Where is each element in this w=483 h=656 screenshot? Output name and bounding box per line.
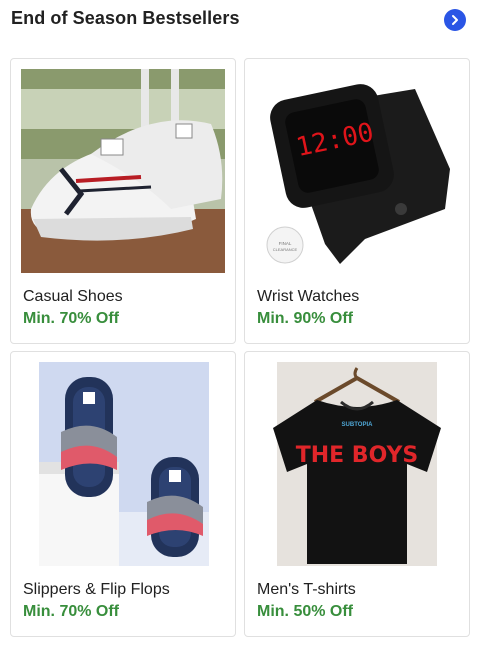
svg-text:SUBTOPIA: SUBTOPIA <box>342 422 374 428</box>
svg-text:CLEARANCE: CLEARANCE <box>273 247 298 252</box>
product-offer: Min. 70% Off <box>23 310 120 327</box>
tshirt-print-text: THE BOYS <box>296 443 419 468</box>
svg-text:FINAL: FINAL <box>279 241 292 246</box>
product-card-mens-tshirts[interactable]: SUBTOPIA THE BOYS Men's T-shirts Min. 50… <box>244 351 470 637</box>
product-image-shoes <box>21 69 225 273</box>
product-image-slippers <box>21 362 225 566</box>
product-offer: Min. 70% Off <box>23 603 120 620</box>
section-title: End of Season Bestsellers <box>11 8 240 28</box>
product-name: Men's T-shirts <box>257 581 356 598</box>
product-image-watch: 12:00 FINAL CLEARANCE <box>255 69 459 273</box>
product-offer: Min. 90% Off <box>257 310 354 327</box>
product-name: Wrist Watches <box>257 288 360 305</box>
product-card-casual-shoes[interactable]: Casual Shoes Min. 70% Off <box>10 58 236 344</box>
product-offer: Min. 50% Off <box>257 603 354 620</box>
chevron-right-icon <box>452 15 458 25</box>
product-name: Casual Shoes <box>23 288 123 305</box>
product-name: Slippers & Flip Flops <box>23 581 170 598</box>
product-card-wrist-watches[interactable]: 12:00 FINAL CLEARANCE Wrist Watches Min.… <box>244 58 470 344</box>
view-all-button[interactable] <box>444 9 466 31</box>
section-header: End of Season Bestsellers <box>0 0 483 40</box>
product-card-slippers[interactable]: Slippers & Flip Flops Min. 70% Off <box>10 351 236 637</box>
product-image-tshirt: SUBTOPIA THE BOYS <box>255 362 459 566</box>
